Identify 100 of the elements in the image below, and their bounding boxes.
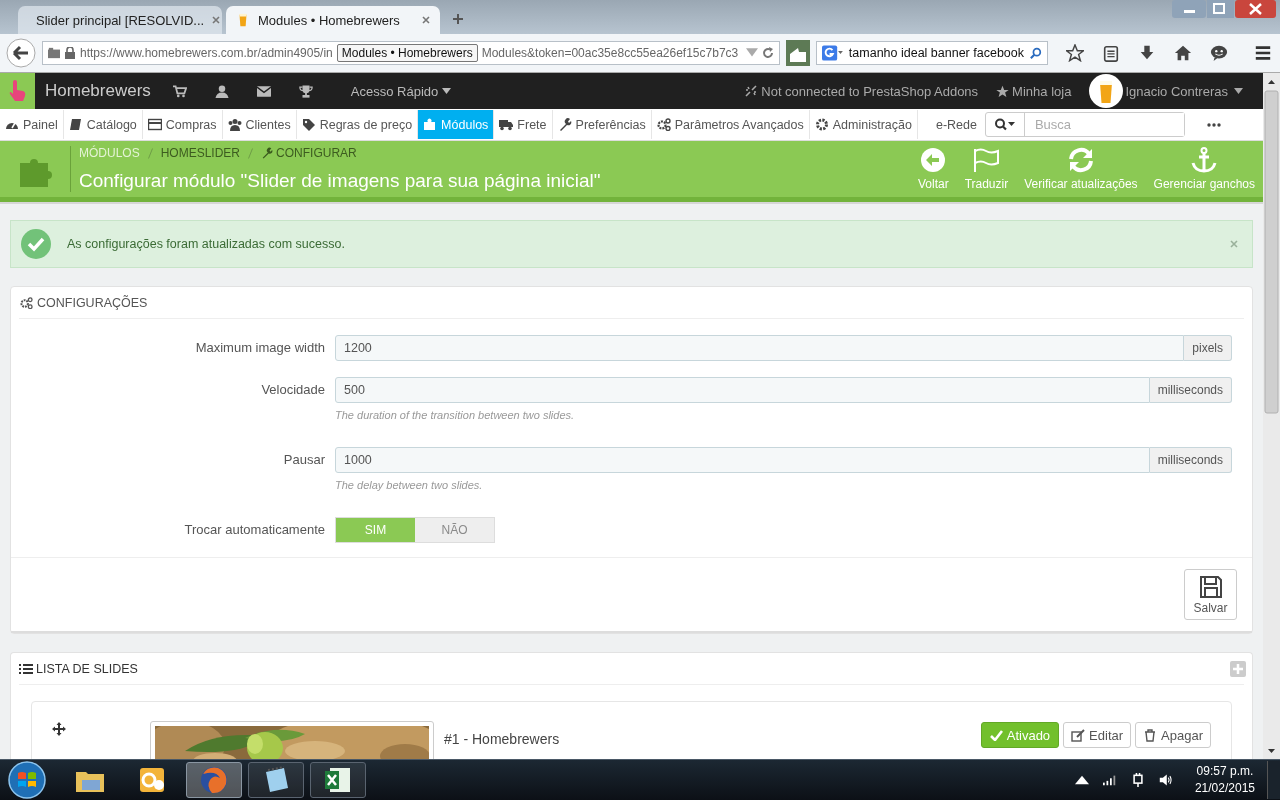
book-icon	[68, 118, 83, 131]
unit-addon: milliseconds	[1149, 447, 1232, 473]
download-icon[interactable]	[1138, 44, 1156, 62]
anchor-icon	[1190, 147, 1219, 173]
user-menu[interactable]: Ignacio Contreras	[1125, 83, 1243, 99]
menu-tab[interactable]: Catálogo	[63, 110, 143, 139]
menu-tab[interactable]: Frete	[494, 110, 553, 139]
browser-icon	[198, 764, 230, 796]
panel-heading: LISTA DE SLIDES	[19, 661, 138, 676]
close-icon[interactable]	[212, 16, 221, 24]
users-icon	[227, 118, 242, 131]
breadcrumb-link[interactable]: HOMESLIDER	[160, 146, 241, 160]
lock-icon	[64, 47, 76, 59]
star-icon[interactable]	[1066, 44, 1084, 62]
wrench-icon	[261, 147, 274, 159]
signal-icon[interactable]	[1102, 773, 1117, 787]
field-label: Maximum image width	[194, 339, 326, 357]
menu-icon[interactable]	[1254, 44, 1272, 62]
pencil-square-icon	[1071, 728, 1086, 742]
save-button[interactable]: Salvar	[1184, 569, 1237, 620]
caret-icon	[1234, 88, 1243, 94]
help-text: The delay between two slides.	[335, 479, 484, 491]
menu-tab[interactable]: Painel	[0, 110, 64, 139]
cart-icon[interactable]	[172, 84, 187, 98]
address-bar[interactable]: https://www.homebrewers.com.br/admin4905/in Modules • Homebrewers Modules&token=00ac35e8cc55ea26ef15c7b7c3	[42, 41, 780, 65]
browser-tab[interactable]: Modules • Homebrewers	[226, 6, 440, 34]
slide-action-button[interactable]: Editar	[1063, 722, 1132, 748]
slide-title: #1 - Homebrewers	[444, 731, 560, 747]
breadcrumb-separator	[147, 147, 153, 159]
panel-heading: CONFIGURAÇÕES	[19, 295, 148, 310]
reload-icon[interactable]	[762, 47, 775, 59]
grid-icon	[48, 47, 60, 59]
menu-tab[interactable]: Clientes	[222, 110, 297, 139]
my-store-link[interactable]: Minha loja	[996, 83, 1072, 99]
credit-card-icon	[147, 118, 162, 131]
text-input[interactable]: 1200	[335, 335, 1185, 361]
breadcrumb-link[interactable]: CONFIGURAR	[261, 146, 357, 160]
flag-icon	[972, 147, 1001, 173]
url-text: https://www.homebrewers.com.br/admin4905/in	[80, 46, 333, 60]
gears-icon	[19, 296, 34, 309]
logo-tile[interactable]	[0, 73, 35, 109]
menu-tab[interactable]: Administração	[809, 110, 918, 139]
tooltip: Modules • Homebrewers	[336, 44, 478, 62]
taskbar-button[interactable]	[310, 762, 366, 798]
home-icon[interactable]	[1174, 44, 1192, 62]
slide-action-button[interactable]: Apagar	[1135, 722, 1211, 748]
trophy-icon[interactable]	[298, 84, 313, 98]
taskbar-button[interactable]	[248, 762, 304, 798]
list-icon	[19, 662, 33, 675]
speaker-icon[interactable]	[1158, 773, 1173, 787]
window-controls[interactable]	[1172, 0, 1276, 19]
shop-name[interactable]: Homebrewers	[45, 81, 151, 101]
avatar[interactable]	[1089, 74, 1124, 108]
trash-icon	[1143, 728, 1158, 742]
more-icon[interactable]	[1206, 122, 1221, 127]
text-input[interactable]: 500	[335, 377, 1150, 403]
menu-tab[interactable]: Parâmetros Avançados	[651, 110, 810, 139]
hand-icon[interactable]	[786, 40, 810, 66]
browser-tab[interactable]: Slider principal [RESOLVID...	[18, 6, 222, 34]
search-field[interactable]: tamanho ideal banner facebook	[816, 41, 1048, 65]
text-input[interactable]: 1000	[335, 447, 1150, 473]
envelope-icon[interactable]	[256, 84, 271, 98]
clock[interactable]: 09:57 p.m. 21/02/2015	[1194, 763, 1255, 797]
start-button[interactable]	[8, 761, 46, 799]
move-icon[interactable]	[52, 722, 66, 736]
addons-status-link[interactable]: Not connected to PrestaShop Addons	[744, 83, 979, 99]
field-label: Trocar automaticamente	[183, 521, 326, 539]
refresh-icon	[1066, 147, 1095, 173]
url-text: Modules&token=00ac35e8cc55ea26ef15c7b7c3	[481, 46, 739, 60]
field-label: Pausar	[282, 451, 326, 469]
back-icon	[919, 147, 948, 173]
truck-icon	[499, 118, 514, 131]
new-tab-icon[interactable]	[452, 13, 464, 25]
unit-addon: milliseconds	[1149, 377, 1232, 403]
gear-icon	[814, 118, 829, 131]
clipboard-icon[interactable]	[1102, 44, 1120, 62]
check-icon	[989, 729, 1003, 741]
chat-icon[interactable]	[1210, 44, 1228, 62]
alert-message: As configurações foram atualizadas com sucesso.	[67, 237, 346, 251]
menu-tab[interactable]: Preferências	[552, 110, 652, 139]
page-title: Configurar módulo "Slider de imagens para sua página inicial"	[79, 170, 601, 192]
search-field[interactable]: Busca	[984, 112, 1185, 137]
scrollbar[interactable]	[1263, 73, 1280, 759]
close-icon[interactable]	[422, 16, 430, 24]
unit-addon: pixels	[1184, 335, 1232, 361]
show-hidden-icons[interactable]	[1074, 773, 1089, 787]
breadcrumb-separator	[248, 147, 254, 159]
star-icon	[996, 84, 1010, 98]
pointing-hand-icon	[7, 80, 28, 102]
power-plug-icon[interactable]	[1130, 773, 1145, 787]
field-label: Velocidade	[260, 381, 326, 399]
search-engine-icon[interactable]	[822, 45, 843, 61]
broken-link-icon	[744, 84, 759, 98]
check-circle-icon	[21, 229, 51, 259]
search-icon[interactable]	[993, 118, 1016, 131]
user-icon[interactable]	[214, 84, 229, 98]
menu-tab[interactable]: Compras	[142, 110, 223, 139]
e-rede-link[interactable]: e-Rede	[935, 117, 977, 132]
quick-access-menu[interactable]: Acesso Rápido	[350, 83, 452, 99]
back-button[interactable]	[6, 38, 36, 68]
